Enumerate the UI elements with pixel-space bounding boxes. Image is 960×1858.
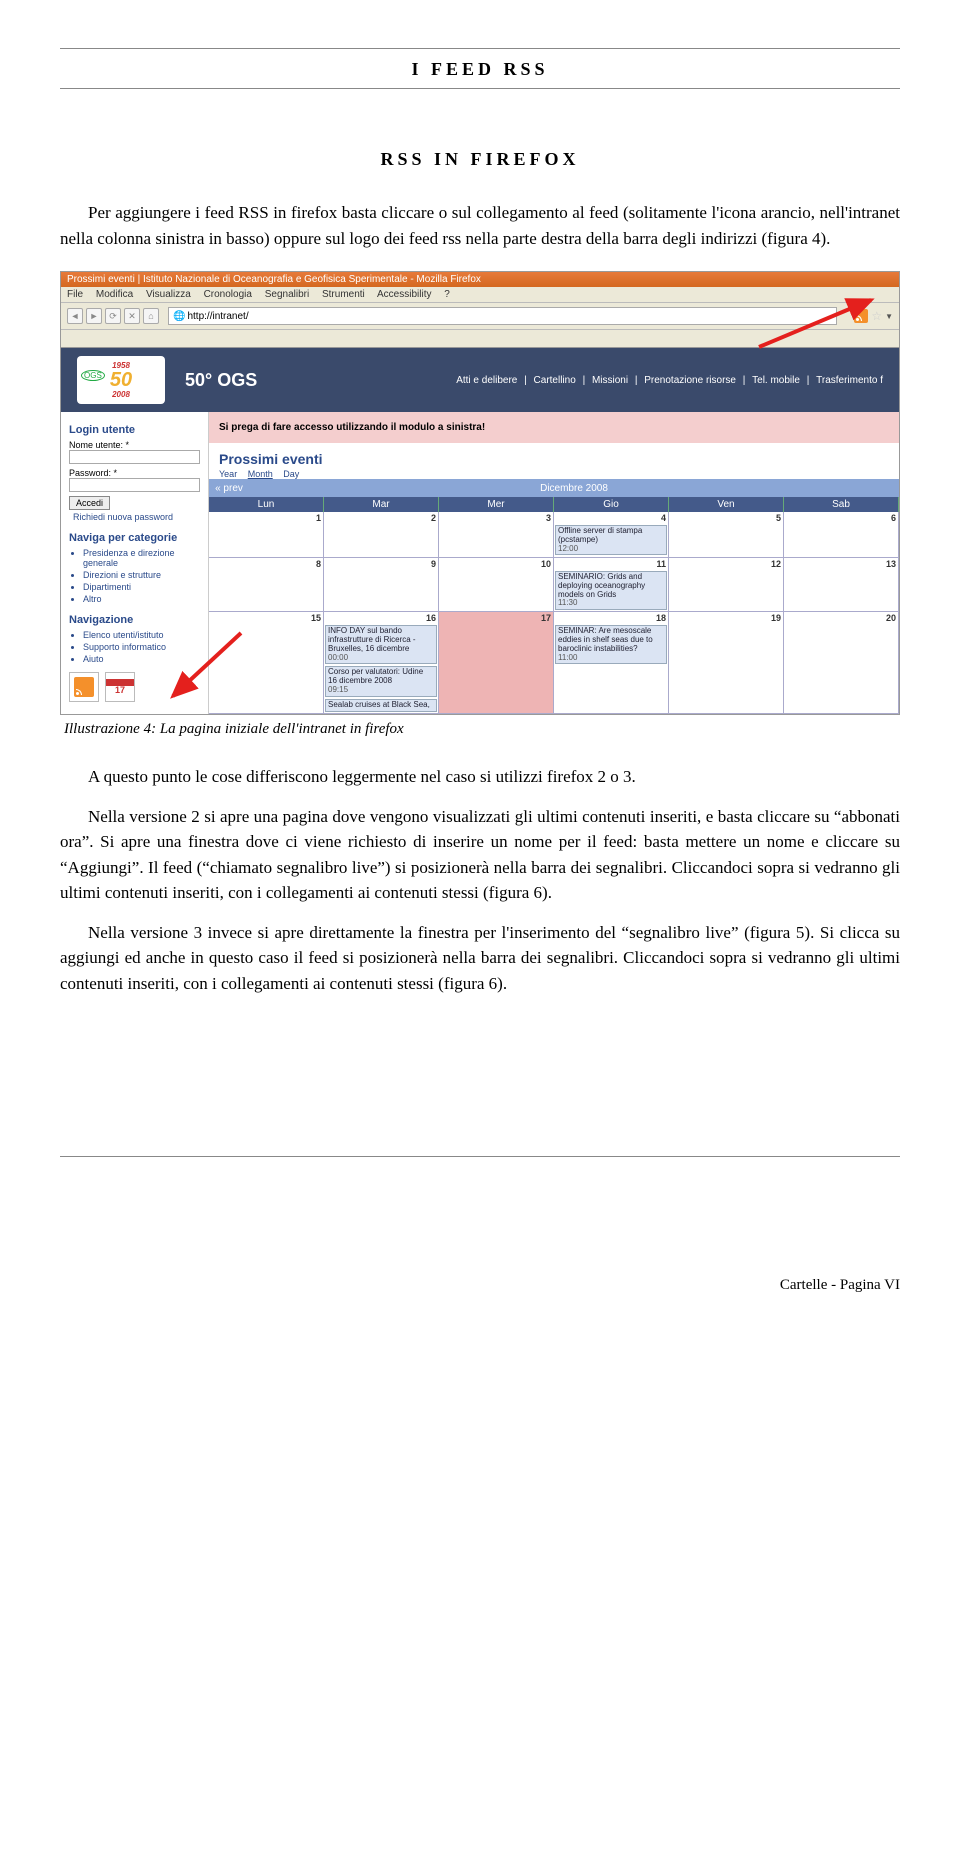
paragraph-2: A questo punto le cose differiscono legg… — [60, 764, 900, 790]
events-heading: Prossimi eventi — [219, 451, 899, 467]
tab-month[interactable]: Month — [248, 469, 273, 479]
address-bar[interactable]: 🌐 http://intranet/ — [168, 307, 837, 325]
nav-atti[interactable]: Atti e delibere — [456, 375, 517, 386]
event-dec16-c[interactable]: Sealab cruises at Black Sea, — [325, 699, 437, 712]
menu-modifica[interactable]: Modifica — [96, 289, 133, 300]
figure-4-caption: Illustrazione 4: La pagina iniziale dell… — [64, 721, 900, 738]
event-dec18[interactable]: SEMINAR: Are mesoscale eddies in shelf s… — [555, 625, 667, 664]
calendar-day-number: 17 — [115, 686, 125, 695]
stop-button[interactable]: ✕ — [124, 308, 140, 324]
username-input[interactable] — [69, 450, 200, 464]
rss-feed-icon[interactable] — [69, 672, 99, 702]
nav-prenotazione[interactable]: Prenotazione risorse — [644, 375, 736, 386]
menu-visualizza[interactable]: Visualizza — [146, 289, 191, 300]
footer-rule — [60, 1156, 900, 1157]
menu-file[interactable]: File — [67, 289, 83, 300]
globe-icon: 🌐 — [173, 311, 185, 322]
login-warning: Si prega di fare accesso utilizzando il … — [209, 412, 899, 443]
paragraph-4: Nella versione 3 invece si apre direttam… — [60, 920, 900, 997]
home-button[interactable]: ⌂ — [143, 308, 159, 324]
menu-strumenti[interactable]: Strumenti — [322, 289, 365, 300]
password-label: Password: * — [69, 468, 200, 478]
cat-presidenza[interactable]: Presidenza e direzione generale — [83, 548, 200, 568]
nav-telmobile[interactable]: Tel. mobile — [752, 375, 800, 386]
firefox-titlebar: Prossimi eventi | Istituto Nazionale di … — [61, 272, 899, 287]
nav-missioni[interactable]: Missioni — [592, 375, 628, 386]
categories-list: Presidenza e direzione generale Direzion… — [69, 548, 200, 604]
intranet-topnav[interactable]: Atti e delibere | Cartellino | Missioni … — [452, 375, 883, 386]
password-input[interactable] — [69, 478, 200, 492]
ogs-logo: 1958 OGS 50 2008 — [77, 356, 165, 404]
annotation-arrow-sidebar-rss — [161, 628, 251, 708]
event-dec16-b[interactable]: Corso per valutatori: Udine 16 dicembre … — [325, 666, 437, 696]
event-dec4[interactable]: Offline server di stampa (pcstampe)12:00 — [555, 525, 667, 555]
header-rule-top — [60, 48, 900, 49]
back-button[interactable]: ◄ — [67, 308, 83, 324]
calendar-day-headers: Lun Mar Mer Gio Ven Sab — [209, 497, 899, 512]
calendar-icon[interactable]: 17 — [105, 672, 135, 702]
forward-button[interactable]: ► — [86, 308, 102, 324]
navigation-heading: Navigazione — [69, 614, 200, 626]
calendar-grid: 1 2 3 4 Offline server di stampa (pcstam… — [209, 512, 899, 714]
categories-heading: Naviga per categorie — [69, 532, 200, 544]
intranet-header: 1958 OGS 50 2008 50° OGS Atti e delibere… — [61, 348, 899, 412]
page-header-title: I FEED RSS — [60, 59, 900, 80]
url-text: http://intranet/ — [187, 311, 248, 322]
event-dec11[interactable]: SEMINARIO: Grids and deploying oceanogra… — [555, 571, 667, 610]
tab-day[interactable]: Day — [283, 469, 299, 479]
menu-help[interactable]: ? — [444, 289, 450, 300]
calendar-month-label: Dicembre 2008 — [249, 483, 899, 494]
logo-year-bottom: 2008 — [112, 390, 130, 399]
calendar-view-tabs: Year Month Day — [219, 469, 899, 479]
cat-altro[interactable]: Altro — [83, 594, 200, 604]
nav-trasferimento[interactable]: Trasferimento f — [816, 375, 883, 386]
menu-cronologia[interactable]: Cronologia — [204, 289, 252, 300]
intro-paragraph: Per aggiungere i feed RSS in firefox bas… — [60, 200, 900, 251]
page-footer: Cartelle - Pagina VI — [60, 1277, 900, 1294]
event-dec16-a[interactable]: INFO DAY sul bando infrastrutture di Ric… — [325, 625, 437, 664]
cat-dipartimenti[interactable]: Dipartimenti — [83, 582, 200, 592]
logo-ogs-text: OGS — [81, 370, 105, 381]
header-rule-bottom — [60, 88, 900, 89]
section-title: RSS IN FIREFOX — [60, 149, 900, 170]
calendar-toolbar: « prev Dicembre 2008 — [209, 479, 899, 497]
username-label: Nome utente: * — [69, 440, 200, 450]
annotation-arrow-rss — [749, 292, 889, 352]
login-button[interactable]: Accedi — [69, 496, 110, 510]
forgot-password-link[interactable]: Richiedi nuova password — [73, 512, 200, 522]
intranet-title: 50° OGS — [185, 370, 257, 391]
cat-direzioni[interactable]: Direzioni e strutture — [83, 570, 200, 580]
menu-accessibility[interactable]: Accessibility — [377, 289, 431, 300]
intranet-main: Si prega di fare accesso utilizzando il … — [209, 412, 899, 714]
figure-4-screenshot: Prossimi eventi | Istituto Nazionale di … — [60, 271, 900, 715]
login-heading: Login utente — [69, 424, 200, 436]
paragraph-3: Nella versione 2 si apre una pagina dove… — [60, 804, 900, 906]
reload-button[interactable]: ⟳ — [105, 308, 121, 324]
menu-segnalibri[interactable]: Segnalibri — [265, 289, 309, 300]
logo-50: 50 — [110, 370, 132, 390]
tab-year[interactable]: Year — [219, 469, 237, 479]
nav-cartellino[interactable]: Cartellino — [534, 375, 576, 386]
calendar-prev[interactable]: « prev — [209, 483, 249, 494]
